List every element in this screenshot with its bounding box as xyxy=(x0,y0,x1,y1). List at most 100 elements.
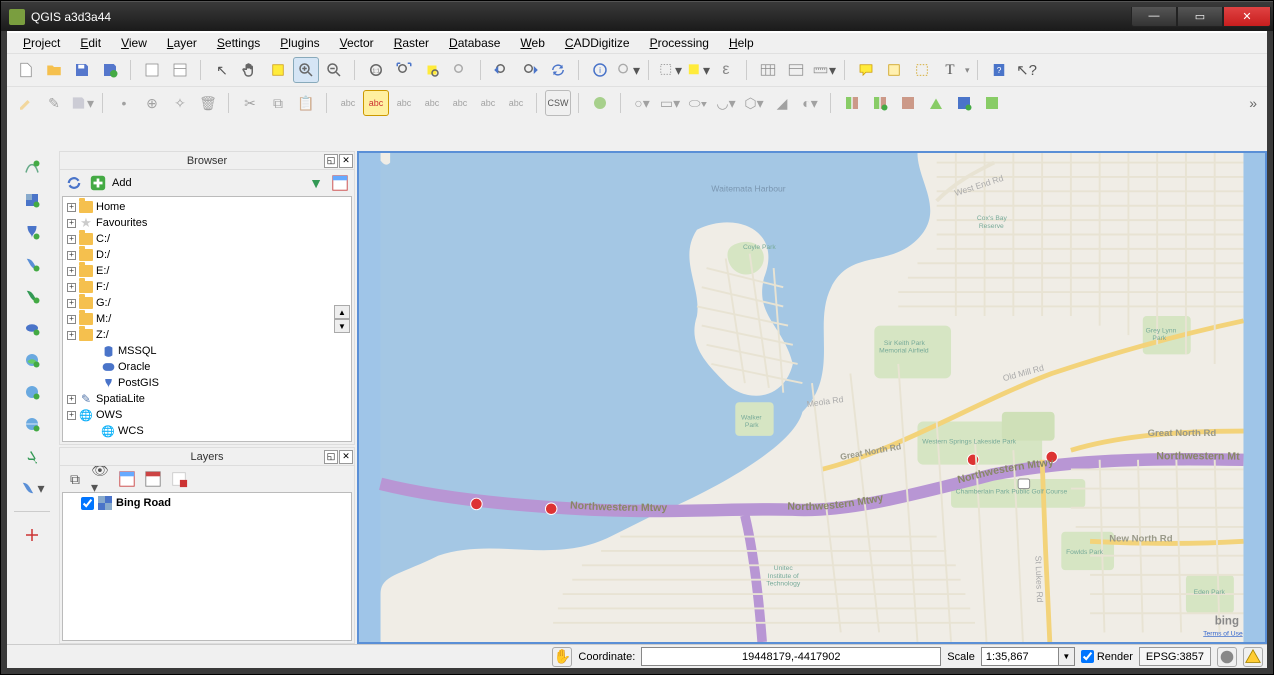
browser-item-f[interactable]: +F:/ xyxy=(65,279,349,295)
browser-item-e[interactable]: +E:/ xyxy=(65,263,349,279)
whats-this-button[interactable]: ↖? xyxy=(1014,57,1040,83)
processing-toolbox-button[interactable] xyxy=(587,90,613,116)
save-button[interactable] xyxy=(69,57,95,83)
menu-settings[interactable]: Settings xyxy=(209,34,268,52)
deselect-button[interactable]: ε xyxy=(713,57,739,83)
menu-view[interactable]: View xyxy=(113,34,155,52)
layers-remove-button[interactable] xyxy=(168,468,190,490)
crs-transform-button[interactable] xyxy=(1217,647,1237,667)
add-vector-layer-button[interactable] xyxy=(17,155,47,181)
browser-item-ows[interactable]: +🌐OWS xyxy=(65,407,349,423)
menu-help[interactable]: Help xyxy=(721,34,762,52)
close-button[interactable]: ✕ xyxy=(1223,7,1271,27)
expand-icon[interactable]: + xyxy=(67,203,76,212)
menu-raster[interactable]: Raster xyxy=(386,34,437,52)
browser-item-spatialite[interactable]: +✎SpatiaLite xyxy=(65,391,349,407)
csw-button[interactable]: CSW xyxy=(545,90,571,116)
messages-button[interactable] xyxy=(1243,647,1263,667)
new-project-button[interactable] xyxy=(13,57,39,83)
browser-item-wcs[interactable]: 🌐WCS xyxy=(65,423,349,439)
menu-processing[interactable]: Processing xyxy=(642,34,717,52)
help-contents-button[interactable]: ? xyxy=(986,57,1012,83)
composer-manager-button[interactable] xyxy=(167,57,193,83)
minimize-button[interactable]: — xyxy=(1131,7,1177,27)
layers-close-button[interactable]: ✕ xyxy=(339,450,353,464)
browser-scroll[interactable]: ▲ ▼ xyxy=(334,305,350,333)
scale-combobox[interactable]: ▼ xyxy=(981,647,1075,666)
expand-icon[interactable]: + xyxy=(67,219,76,228)
plugin-button-1[interactable] xyxy=(839,90,865,116)
add-wcs-layer-button[interactable] xyxy=(17,379,47,405)
layer-visibility-checkbox[interactable] xyxy=(81,497,94,510)
menu-vector[interactable]: Vector xyxy=(332,34,382,52)
layers-panel-title[interactable]: Layers ◱ ✕ xyxy=(60,448,354,466)
maximize-button[interactable]: ▭ xyxy=(1177,7,1223,27)
plugin-button-6[interactable] xyxy=(979,90,1005,116)
browser-refresh-button[interactable] xyxy=(64,173,84,193)
add-postgis-layer-button[interactable] xyxy=(17,219,47,245)
new-shapefile-button[interactable]: ▾ xyxy=(17,475,47,501)
expand-icon[interactable]: + xyxy=(67,315,76,324)
menu-caddigitize[interactable]: CADDigitize xyxy=(557,34,638,52)
attribute-table-button[interactable] xyxy=(755,57,781,83)
gps-button[interactable] xyxy=(17,522,47,548)
render-checkbox-input[interactable] xyxy=(1081,650,1094,663)
browser-filter-button[interactable]: ▼ xyxy=(306,173,326,193)
menu-project[interactable]: Project xyxy=(15,34,68,52)
titlebar[interactable]: QGIS a3d3a44 — ▭ ✕ xyxy=(1,1,1273,31)
expand-icon[interactable]: + xyxy=(67,235,76,244)
layers-tree[interactable]: Bing Road xyxy=(62,492,352,641)
layers-visibility-button[interactable]: 👁▾ xyxy=(90,468,112,490)
scale-dropdown-button[interactable]: ▼ xyxy=(1059,647,1075,666)
browser-close-button[interactable]: ✕ xyxy=(339,154,353,168)
toggle-extents-button[interactable]: ✋ xyxy=(552,647,572,667)
open-project-button[interactable] xyxy=(41,57,67,83)
pan-to-selection-button[interactable] xyxy=(265,57,291,83)
plugin-button-5[interactable] xyxy=(951,90,977,116)
menu-database[interactable]: Database xyxy=(441,34,508,52)
menu-web[interactable]: Web xyxy=(512,34,552,52)
identify-dropdown[interactable]: ▾ xyxy=(615,57,641,83)
browser-item-d[interactable]: +D:/ xyxy=(65,247,349,263)
browser-undock-button[interactable]: ◱ xyxy=(324,154,338,168)
layer-bing-road[interactable]: Bing Road xyxy=(66,496,348,510)
layers-add-group-button[interactable]: ⧉ xyxy=(64,468,86,490)
browser-tree[interactable]: ▲ ▼ +Home+★Favourites+C:/+D:/+E:/+F:/+G:… xyxy=(62,196,352,442)
zoom-last-button[interactable] xyxy=(489,57,515,83)
expand-icon[interactable]: + xyxy=(67,395,76,404)
pan-tool[interactable] xyxy=(237,57,263,83)
zoom-to-layer-button[interactable] xyxy=(447,57,473,83)
add-wfs-layer-button[interactable] xyxy=(17,411,47,437)
zoom-next-button[interactable] xyxy=(517,57,543,83)
select-tool[interactable]: ▾ xyxy=(657,57,683,83)
expand-icon[interactable]: + xyxy=(67,283,76,292)
browser-add-button[interactable] xyxy=(88,173,108,193)
browser-item-g[interactable]: +G:/ xyxy=(65,295,349,311)
save-as-button[interactable] xyxy=(97,57,123,83)
toggle-editing-button[interactable] xyxy=(13,90,39,116)
map-tips-button[interactable] xyxy=(853,57,879,83)
browser-item-mssql[interactable]: MSSQL xyxy=(65,343,349,359)
text-annotation-button[interactable]: T xyxy=(937,57,963,83)
layers-undock-button[interactable]: ◱ xyxy=(324,450,338,464)
toolbar-overflow-icon[interactable]: » xyxy=(1245,95,1261,111)
menu-edit[interactable]: Edit xyxy=(72,34,109,52)
browser-item-oracle[interactable]: Oracle xyxy=(65,359,349,375)
zoom-full-button[interactable] xyxy=(391,57,417,83)
browser-panel-title[interactable]: Browser ◱ ✕ xyxy=(60,152,354,170)
browser-item-home[interactable]: +Home xyxy=(65,199,349,215)
map-canvas[interactable]: Waitemata Harbour Northwestern Mtwy Nort… xyxy=(357,151,1267,644)
add-oracle-layer-button[interactable] xyxy=(17,315,47,341)
add-mssql-layer-button[interactable] xyxy=(17,283,47,309)
plugin-button-4[interactable] xyxy=(923,90,949,116)
plugin-button-2[interactable] xyxy=(867,90,893,116)
expand-icon[interactable]: + xyxy=(67,267,76,276)
crs-button[interactable]: EPSG:3857 xyxy=(1139,647,1211,666)
new-composer-button[interactable] xyxy=(139,57,165,83)
scroll-up-button[interactable]: ▲ xyxy=(334,305,350,319)
add-wms-layer-button[interactable] xyxy=(17,347,47,373)
field-calculator-button[interactable] xyxy=(783,57,809,83)
label-tool-abc2[interactable]: abc xyxy=(363,90,389,116)
refresh-button[interactable] xyxy=(545,57,571,83)
expand-icon[interactable]: + xyxy=(67,299,76,308)
